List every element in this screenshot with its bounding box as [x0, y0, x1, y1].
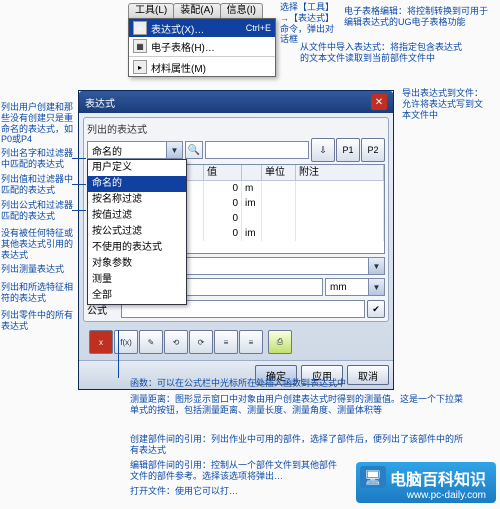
chevron-down-icon[interactable]: ▼: [368, 279, 384, 295]
check-icon[interactable]: ✔: [367, 300, 385, 318]
filter-item-byformula[interactable]: 按公式过滤: [88, 224, 186, 240]
export-button-2[interactable]: P2: [361, 138, 385, 162]
toolbar: x f(x) ✎ ⟲ ⟳ ≡ ≡ ⎙: [83, 328, 389, 356]
anno-top2: 电子表格编辑：将控制转换到可用于编辑表达式的UG电子表格功能: [344, 6, 490, 28]
filter-item-byname[interactable]: 按名称过滤: [88, 192, 186, 208]
update-button[interactable]: ⎙: [268, 330, 292, 354]
filter-item-named[interactable]: 命名的: [88, 176, 186, 192]
search-icon[interactable]: 🔍: [185, 141, 203, 159]
anno-b3: 创建部件间的引用：列出作业中可用的部件，选择了部件后，便列出了该部件中的所有表达…: [130, 434, 470, 456]
filter-item-all[interactable]: 全部: [88, 288, 186, 304]
watermark-url: www.pc-daily.com: [390, 490, 486, 501]
leader-line: [72, 210, 86, 211]
dialog-titlebar[interactable]: 表达式 ✕: [79, 91, 393, 113]
export-to-file-button[interactable]: P1: [336, 138, 360, 162]
leader-line: [72, 158, 86, 159]
menu-item-label: 电子表格(H)…: [151, 39, 215, 54]
anno-top3: 从文件中导入表达式：将指定包含表达式的文本文件读取到当前部件文件中: [300, 42, 470, 64]
filter-item-measure[interactable]: 测量: [88, 272, 186, 288]
material-icon: ▸: [133, 60, 147, 74]
leader-line: [118, 330, 119, 378]
filter-item-objparam[interactable]: 对象参数: [88, 256, 186, 272]
anno-b4: 编辑部件间的引用：控制从一个部件文件到其他部件文件的部件参考。选择该选项将弹出…: [130, 460, 340, 482]
anno-top-right: 导出表达式到文件：允许将表达式写到文本文件中: [402, 88, 490, 120]
anno-l5: 没有被任何特征或其他表达式引用的表达式: [1, 228, 73, 260]
chevron-down-icon[interactable]: ▼: [166, 142, 182, 158]
filter-item-userdef[interactable]: 用户定义: [88, 160, 186, 176]
anno-l1: 列出用户创建和那些没有创建只是重命名的表达式，如P0或P4: [1, 102, 73, 145]
anno-top1: 选择【工具】→【表达式】命令，弹出对话框: [280, 2, 340, 45]
anno-l2: 列出名字和过滤器中匹配的表达式: [1, 148, 73, 170]
toolbar-button-7[interactable]: ≡: [239, 330, 263, 354]
col-note[interactable]: 附注: [296, 165, 384, 180]
chevron-down-icon[interactable]: ▼: [368, 258, 384, 274]
leader-line: [72, 184, 86, 185]
watermark: 🖥 电脑百科知识 www.pc-daily.com: [356, 462, 496, 503]
delete-button[interactable]: x: [89, 330, 113, 354]
anno-l8: 列出零件中的所有表达式: [1, 310, 73, 332]
menu-separator: [129, 56, 275, 57]
search-input[interactable]: [205, 141, 309, 159]
filter-item-unused[interactable]: 不使用的表达式: [88, 240, 186, 256]
menu-item-expressions[interactable]: = 表达式(X)… Ctrl+E: [129, 19, 275, 37]
monitor-icon: 🖥: [360, 466, 386, 488]
measure-distance-button[interactable]: ✎: [139, 330, 163, 354]
menu-tab-tools[interactable]: 工具(L): [128, 3, 174, 19]
anno-l3: 列出值和过滤器中匹配的表达式: [1, 174, 73, 196]
menu-item-label: 表达式(X)…: [151, 21, 204, 36]
watermark-brand: 电脑百科知识: [390, 472, 486, 489]
menu-tab-info[interactable]: 信息(I): [220, 3, 263, 19]
close-icon[interactable]: ✕: [371, 94, 387, 110]
sheet-icon: ▦: [133, 39, 147, 53]
shortcut-label: Ctrl+E: [246, 23, 271, 33]
col-value[interactable]: 值: [204, 165, 242, 180]
filter-combo-list: 用户定义 命名的 按名称过滤 按值过滤 按公式过滤 不使用的表达式 对象参数 测…: [87, 159, 187, 305]
unit-combo[interactable]: mm ▼: [325, 278, 385, 296]
filter-combo[interactable]: 命名的 ▼: [87, 141, 183, 159]
col-blank[interactable]: [242, 165, 262, 180]
menu-item-spreadsheet[interactable]: ▦ 电子表格(H)…: [129, 37, 275, 55]
create-interpart-button[interactable]: ⟲: [164, 330, 188, 354]
filter-item-byvalue[interactable]: 按值过滤: [88, 208, 186, 224]
unit-value: mm: [326, 282, 368, 293]
anno-l7: 列出和所选特征相符的表达式: [1, 282, 73, 304]
expressions-dialog: 表达式 ✕ 列出的表达式 命名的 ▼ 用户定义 命名的 按名称过滤 按值过滤: [78, 90, 394, 390]
anno-b5: 打开文件：使用它可以打…: [130, 486, 280, 497]
menu-tab-assemble[interactable]: 装配(A): [173, 3, 220, 19]
anno-l6: 列出测量表达式: [1, 264, 73, 275]
anno-l4: 列出公式和过滤器匹配的表达式: [1, 200, 73, 222]
open-file-button[interactable]: ≡: [214, 330, 238, 354]
import-from-file-button[interactable]: ⇩: [311, 138, 335, 162]
expr-icon: =: [133, 21, 147, 35]
col-unit[interactable]: 单位: [262, 165, 296, 180]
menu-item-material[interactable]: ▸ 材料属性(M): [129, 58, 275, 76]
anno-b2: 测量距离：图形显示窗口中对象由用户创建表达式时得到的测量值。这是一个下拉菜单式的…: [130, 394, 470, 416]
menu-item-label: 材料属性(M): [151, 60, 206, 75]
tools-dropdown: = 表达式(X)… Ctrl+E ▦ 电子表格(H)… ▸ 材料属性(M): [128, 18, 276, 77]
listed-label: 列出的表达式: [87, 121, 385, 136]
dialog-title: 表达式: [85, 95, 115, 110]
edit-interpart-button[interactable]: ⟳: [189, 330, 213, 354]
anno-b1: 函数：可以在公式栏中光标所在处插入函数到表达式中: [130, 378, 440, 389]
filter-combo-value: 命名的: [88, 143, 166, 158]
